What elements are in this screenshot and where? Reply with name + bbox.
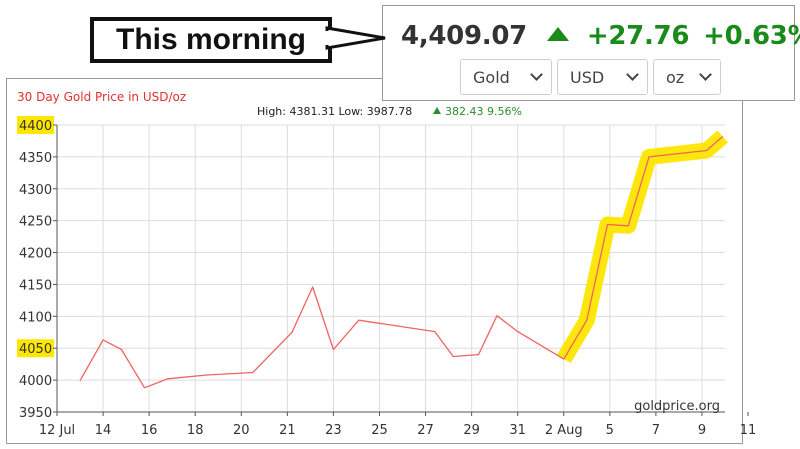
callout-arrow-joint: [325, 31, 331, 45]
callout-pointer: [325, 26, 386, 50]
callout-arrow-icon: [325, 26, 386, 50]
